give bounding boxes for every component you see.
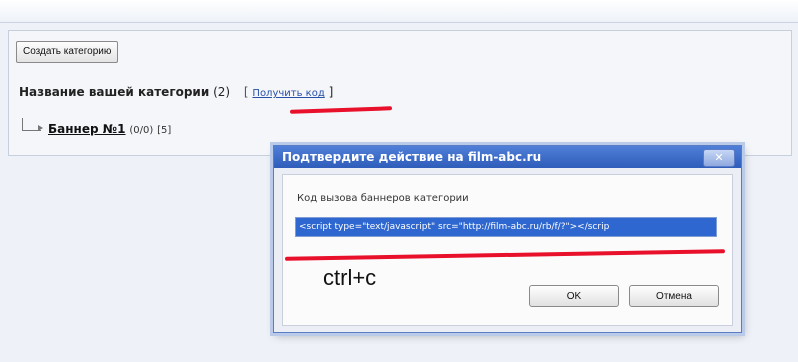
close-icon[interactable]: ✕	[703, 149, 735, 167]
dialog-prompt: Код вызова баннеров категории	[297, 193, 469, 204]
dialog-title: Подтвердите действие на film-abc.ru	[274, 146, 741, 168]
top-bar	[0, 0, 798, 23]
code-field[interactable]: <script type="text/javascript" src="http…	[295, 217, 717, 237]
confirm-dialog: Подтвердите действие на film-abc.ru ✕ Ко…	[273, 145, 742, 333]
banner-row: Баннер №1 (0/0) [5]	[48, 122, 171, 136]
category-row: Название вашей категории (2) [ Получить …	[19, 85, 333, 99]
bracket-close: ]	[328, 85, 334, 99]
banner-count: [5]	[157, 125, 172, 136]
cancel-button[interactable]: Отмена	[629, 285, 719, 307]
create-category-button[interactable]: Создать категорию	[16, 41, 119, 63]
tree-arrow-icon	[38, 125, 43, 131]
banner-name[interactable]: Баннер №1	[48, 122, 126, 136]
get-code-link[interactable]: Получить код	[252, 88, 324, 99]
category-count: (2)	[213, 85, 231, 99]
bracket-open: [	[243, 85, 249, 99]
ok-button[interactable]: OK	[529, 285, 619, 307]
hint-text: ctrl+c	[323, 265, 377, 290]
banner-stats: (0/0)	[129, 125, 154, 136]
category-name: Название вашей категории	[19, 85, 210, 99]
